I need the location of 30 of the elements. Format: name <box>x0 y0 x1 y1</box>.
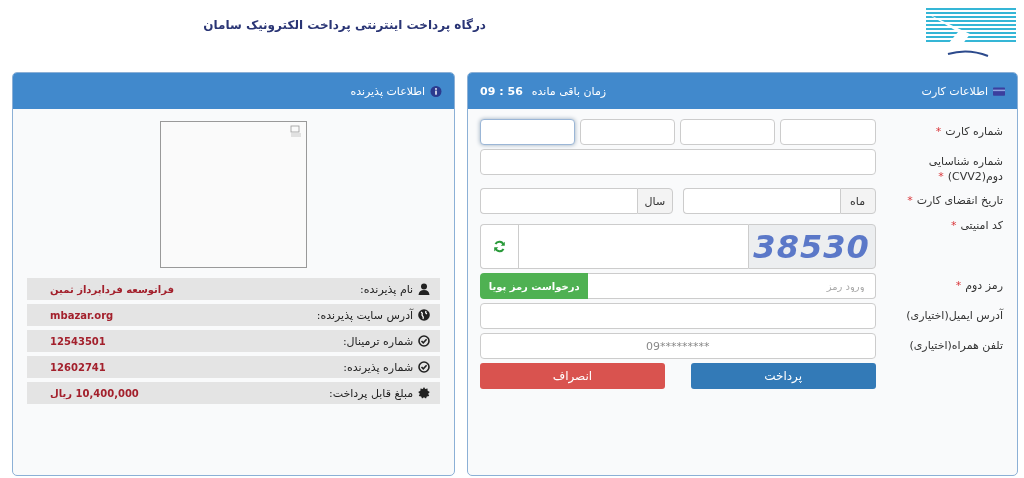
password-field[interactable]: ورود رمز <box>588 273 876 299</box>
info-label: نام پذیرنده: <box>360 282 414 296</box>
field-label: آدرس ایمیل(اختیاری) <box>906 309 1003 322</box>
page-title: درگاه پرداخت اینترنتی پرداخت الکترونیک سامان <box>203 18 486 32</box>
info-value: 10,400,000 ریال <box>50 387 139 399</box>
timer-value: 56 : 09 <box>480 84 523 98</box>
panel-title: اطلاعات پذیرنده <box>350 84 426 98</box>
info-label: شماره پذیرنده: <box>343 360 414 374</box>
captcha-code: 38530 <box>753 227 870 266</box>
info-label: مبلغ قابل پرداخت: <box>329 386 414 400</box>
field-label: شماره شناسایی دوم(CVV2) * <box>928 155 1003 183</box>
field-addon: ماه <box>839 188 876 214</box>
info-label: شماره ترمینال: <box>342 334 414 348</box>
info-value: mbazar.org <box>50 309 114 321</box>
field-label: رمز دوم * <box>955 279 1003 292</box>
input-field[interactable]: 09********* <box>480 333 876 359</box>
info-value: 12602741 <box>50 361 106 373</box>
cancel-button[interactable]: انصراف <box>480 363 665 389</box>
info-value: فراتوسعه فرداپرداز ثمین <box>50 283 174 295</box>
timer-label: زمان باقی مانده <box>531 84 607 98</box>
field-label: کد امنیتی * <box>950 219 1003 232</box>
pay-button[interactable]: پرداخت <box>690 363 876 389</box>
info-value: 12543501 <box>50 335 106 347</box>
panel-title: اطلاعات کارت <box>921 84 988 98</box>
field-label: تاریخ انقضای کارت * <box>907 194 1003 207</box>
request-password-button[interactable]: درخواست رمز پویا <box>480 273 589 299</box>
field-addon: سال <box>636 188 673 214</box>
field-label: تلفن همراه(اختیاری) <box>909 339 1003 352</box>
info-label: آدرس سایت پذیرنده: <box>316 308 414 322</box>
field-label: شماره کارت * <box>935 125 1003 138</box>
